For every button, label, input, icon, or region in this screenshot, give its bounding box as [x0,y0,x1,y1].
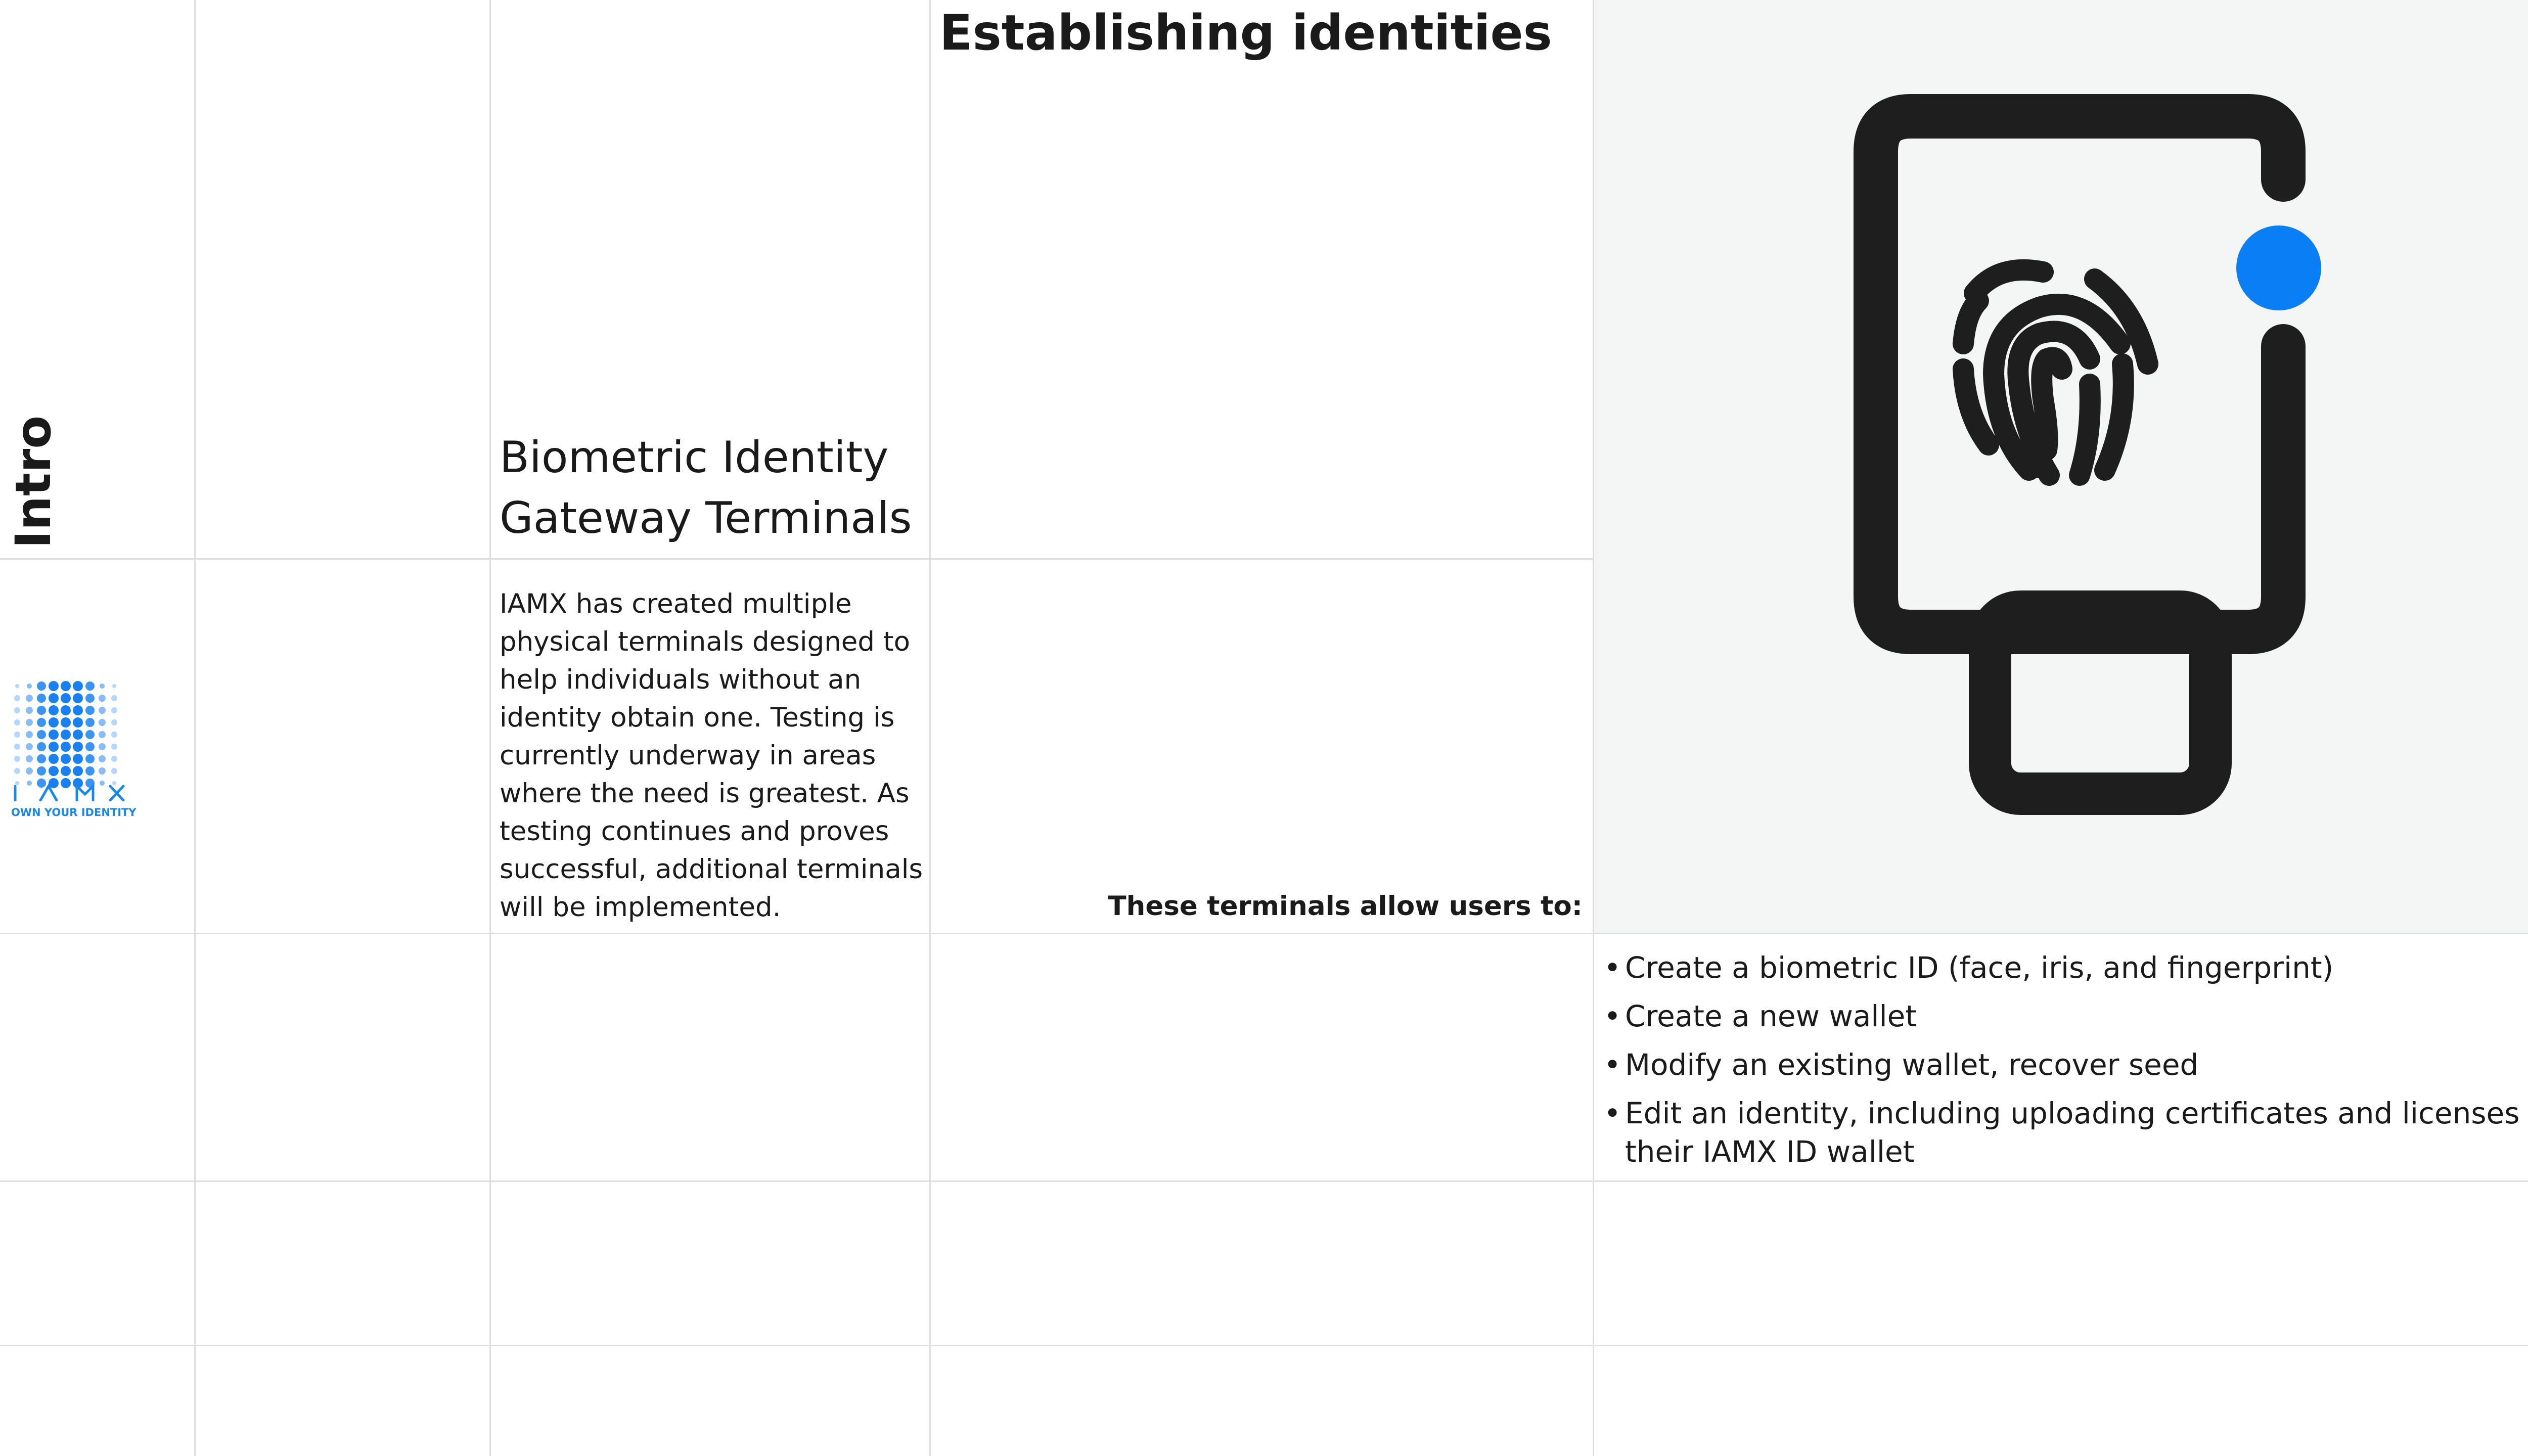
list-item: • Create a biometric ID (face, iris, and … [1604,948,2528,987]
page-title: Establishing identities [939,5,1552,61]
iamx-logo [14,681,125,801]
section-label: Intro [5,415,62,549]
subtitle-line: Gateway Terminals [500,493,912,543]
bullet-icon: • [1604,950,1621,985]
feature-text: Create a new wallet [1625,999,1917,1033]
feature-text: Modify an existing wallet, recover seed [1625,1048,2199,1082]
illustration-panel [1594,0,2528,933]
grid-line [0,933,2528,934]
bullet-icon: • [1604,1096,1621,1130]
grid-line [0,558,1594,560]
subtitle-line: Biometric Identity [500,432,889,483]
feature-text: Edit an identity, including uploading ce… [1625,1096,2528,1169]
subtitle: Biometric Identity Gateway Terminals [500,427,939,549]
feature-list: • Create a biometric ID (face, iris, and … [1604,948,2528,1181]
fingerprint-terminal-icon [1854,94,2321,815]
logo-tagline: OWN YOUR IDENTITY [11,806,137,818]
list-item: • Modify an existing wallet, recover seed [1604,1045,2528,1084]
body-paragraph: IAMX has created multiple physical termi… [500,588,923,923]
list-item: • Create a new wallet [1604,997,2528,1035]
list-item: • Edit an identity, including uploading c… [1604,1094,2528,1171]
grid-line [489,0,491,1456]
terminals-heading: These terminals allow users to: [1108,891,1583,922]
feature-text: Create a biometric ID (face, iris, and f… [1625,950,2334,985]
grid-line [194,0,196,1456]
bullet-icon: • [1604,999,1621,1033]
grid-line [0,1345,2528,1346]
bullet-icon: • [1604,1048,1621,1082]
